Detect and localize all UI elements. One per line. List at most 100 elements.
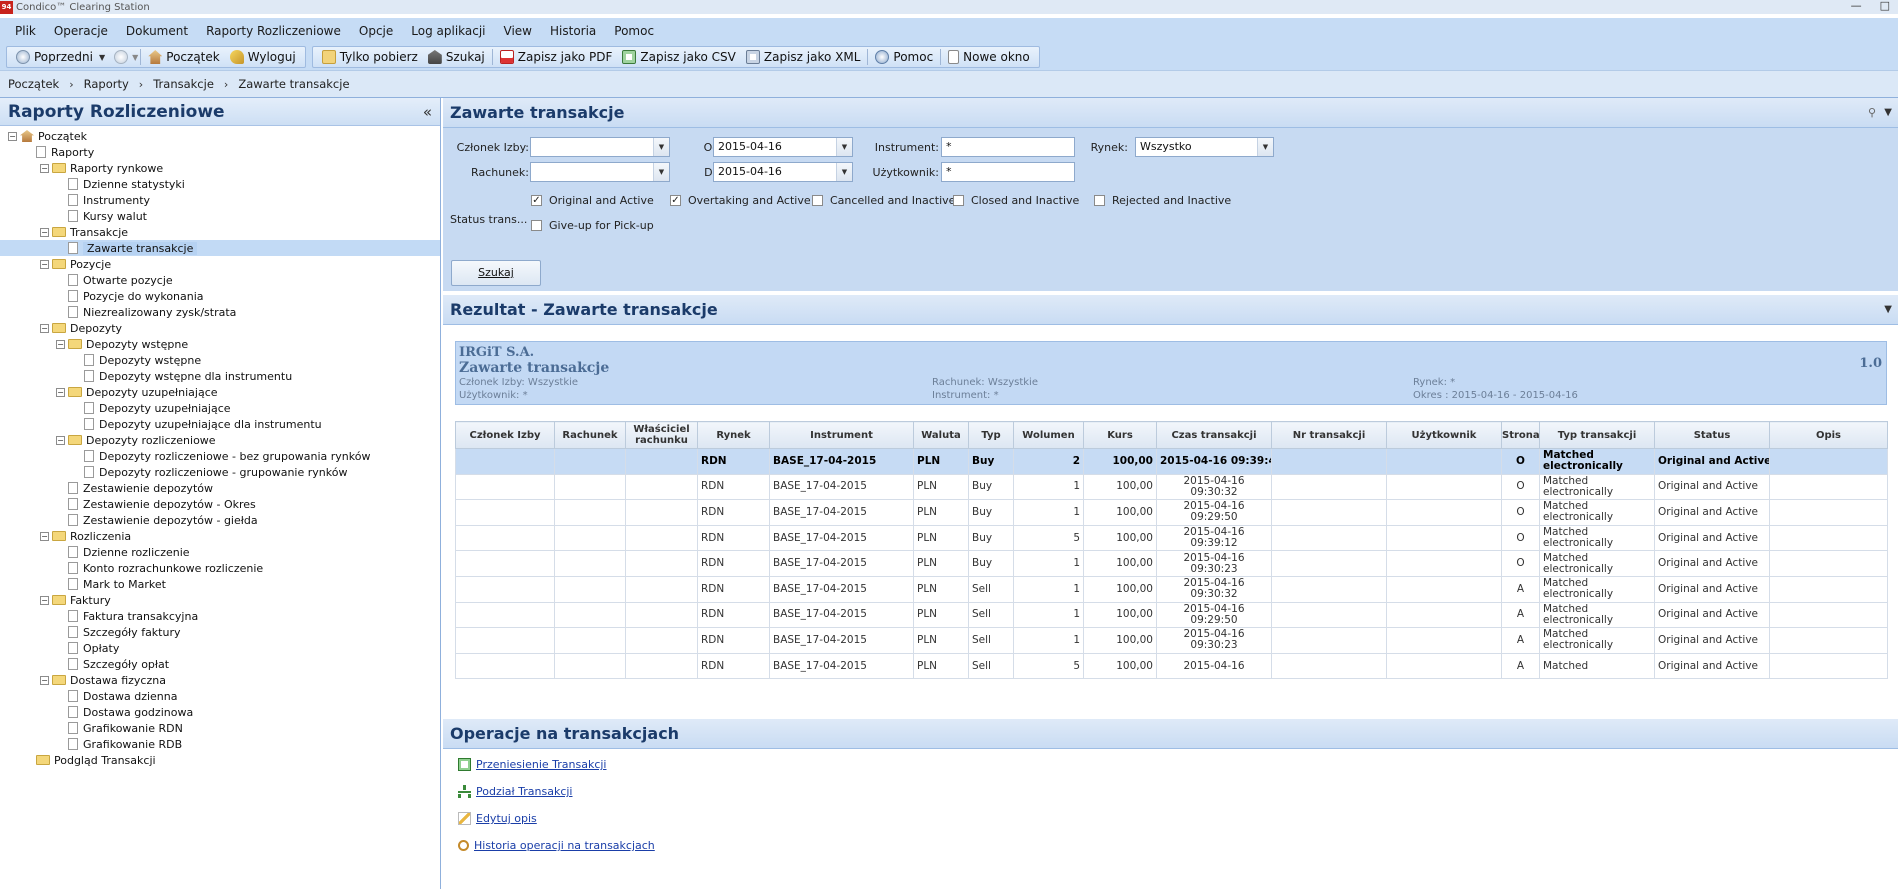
tree-node[interactable]: Zestawienie depozytów - giełda — [0, 512, 440, 528]
expander-icon[interactable]: − — [40, 323, 49, 333]
from-date-picker[interactable]: 2015-04-16 ▼ — [713, 137, 853, 157]
expander-icon[interactable]: − — [40, 675, 49, 685]
table-row[interactable]: RDN BASE_17-04-2015 PLN Buy 2 100,00 2015-04-1… — [455, 448, 1888, 475]
op-history-link[interactable]: Historia operacji na transakcjach — [474, 839, 655, 852]
tree-node[interactable]: − Raporty rynkowe — [0, 160, 440, 176]
save-csv-button[interactable]: Zapisz jako CSV — [617, 47, 740, 67]
tree-node[interactable]: − Transakcje — [0, 224, 440, 240]
chevron-down-icon[interactable]: ▼ — [132, 53, 138, 62]
expander-icon[interactable]: − — [56, 339, 65, 349]
column-header[interactable]: Instrument — [769, 421, 914, 449]
table-row[interactable]: RDN BASE_17-04-2015 PLN Sell 1 100,00 2015-04-… — [455, 601, 1888, 629]
tree-node[interactable]: Niezrealizowany zysk/strata — [0, 304, 440, 320]
tree-node[interactable]: Kursy walut — [0, 208, 440, 224]
table-row[interactable]: RDN BASE_17-04-2015 PLN Sell 5 100,00 2015-04-… — [455, 652, 1888, 680]
member-combo[interactable]: ▼ — [530, 137, 670, 157]
tree-node[interactable]: − Depozyty rozliczeniowe — [0, 432, 440, 448]
menu-historia[interactable]: Historia — [541, 24, 605, 38]
status-cancelled-inactive-checkbox[interactable]: Cancelled and Inactive — [812, 194, 955, 207]
menu-view[interactable]: View — [495, 24, 541, 38]
column-header[interactable]: Właściciel rachunku — [625, 421, 698, 449]
status-closed-inactive-checkbox[interactable]: Closed and Inactive — [953, 194, 1079, 207]
tree-node[interactable]: Depozyty uzupełniające — [0, 400, 440, 416]
tree-node[interactable]: Mark to Market — [0, 576, 440, 592]
breadcrumb-item-raporty[interactable]: Raporty — [84, 77, 129, 91]
user-input[interactable]: * — [941, 162, 1075, 182]
menu-dokument[interactable]: Dokument — [117, 24, 197, 38]
op-transfer[interactable]: Przeniesienie Transakcji — [458, 758, 607, 771]
column-header[interactable]: Strona — [1501, 421, 1540, 449]
tree-node[interactable]: − Dostawa fizyczna — [0, 672, 440, 688]
back-button[interactable]: Poprzedni ▼ — [11, 47, 110, 67]
status-give-up-checkbox[interactable]: Give-up for Pick-up — [531, 219, 654, 232]
instrument-input[interactable]: * — [941, 137, 1075, 157]
tree-node[interactable]: − Depozyty wstępne — [0, 336, 440, 352]
tree-node[interactable]: Pozycje do wykonania — [0, 288, 440, 304]
logout-button[interactable]: Wyloguj — [225, 47, 301, 67]
tree-node[interactable]: − Faktury — [0, 592, 440, 608]
tree-node[interactable]: Depozyty rozliczeniowe - grupowanie rynk… — [0, 464, 440, 480]
fetch-only-button[interactable]: Tylko pobierz — [317, 47, 423, 67]
tree-node[interactable]: Opłaty — [0, 640, 440, 656]
table-row[interactable]: RDN BASE_17-04-2015 PLN Buy 1 100,00 2015-04-1… — [455, 550, 1888, 577]
menu-log-aplikacji[interactable]: Log aplikacji — [402, 24, 494, 38]
tree-node[interactable]: − Depozyty — [0, 320, 440, 336]
column-header[interactable]: Kurs — [1083, 421, 1157, 449]
account-combo[interactable]: ▼ — [530, 162, 670, 182]
expander-icon[interactable]: − — [40, 163, 49, 173]
table-row[interactable]: RDN BASE_17-04-2015 PLN Buy 1 100,00 2015-04-1… — [455, 499, 1888, 526]
op-split[interactable]: Podział Transakcji — [458, 785, 573, 798]
to-date-picker[interactable]: 2015-04-16 ▼ — [713, 162, 853, 182]
menu-plik[interactable]: Plik — [6, 24, 45, 38]
expander-icon[interactable]: − — [40, 595, 49, 605]
op-history[interactable]: Historia operacji na transakcjach — [458, 839, 655, 852]
expander-icon[interactable]: − — [40, 531, 49, 541]
column-header[interactable]: Użytkownik — [1386, 421, 1502, 449]
expander-icon[interactable]: − — [40, 259, 49, 269]
status-rejected-inactive-checkbox[interactable]: Rejected and Inactive — [1094, 194, 1231, 207]
column-header[interactable]: Wolumen — [1013, 421, 1084, 449]
home-button[interactable]: Początek — [143, 47, 224, 67]
status-overtaking-active-checkbox[interactable]: ✓ Overtaking and Active — [670, 194, 811, 207]
tree-node[interactable]: Szczegóły opłat — [0, 656, 440, 672]
tree-node[interactable]: − Depozyty uzupełniające — [0, 384, 440, 400]
save-xml-button[interactable]: Zapisz jako XML — [741, 47, 866, 67]
tree-node[interactable]: Dzienne statystyki — [0, 176, 440, 192]
help-button[interactable]: Pomoc — [870, 47, 938, 67]
menu-raporty-rozliczeniowe[interactable]: Raporty Rozliczeniowe — [197, 24, 350, 38]
expander-icon[interactable]: − — [56, 435, 65, 445]
expander-icon[interactable]: − — [40, 227, 49, 237]
expander-icon[interactable]: − — [56, 387, 65, 397]
table-row[interactable]: RDN BASE_17-04-2015 PLN Buy 5 100,00 2015-04-1… — [455, 524, 1888, 552]
column-header[interactable]: Rynek — [697, 421, 770, 449]
tree-node[interactable]: Raporty — [0, 144, 440, 160]
column-header[interactable]: Status — [1654, 421, 1770, 449]
tree-node[interactable]: Depozyty wstępne dla instrumentu — [0, 368, 440, 384]
collapse-panel-button[interactable]: « — [423, 103, 432, 121]
tree-node[interactable]: Szczegóły faktury — [0, 624, 440, 640]
column-header[interactable]: Typ transakcji — [1539, 421, 1655, 449]
status-original-active-checkbox[interactable]: ✓ Original and Active — [531, 194, 654, 207]
tree-node[interactable]: Konto rozrachunkowe rozliczenie — [0, 560, 440, 576]
maximize-button[interactable]: □ — [1880, 0, 1890, 12]
tree-node[interactable]: Podgląd Transakcji — [0, 752, 440, 768]
tree-node[interactable]: − Rozliczenia — [0, 528, 440, 544]
tree-node[interactable]: Depozyty rozliczeniowe - bez grupowania … — [0, 448, 440, 464]
chevron-down-icon[interactable]: ▼ — [1884, 304, 1892, 315]
tree-node[interactable]: Dzienne rozliczenie — [0, 544, 440, 560]
expander-icon[interactable]: − — [8, 131, 17, 141]
tree-node[interactable]: Zestawienie depozytów - Okres — [0, 496, 440, 512]
column-header[interactable]: Członek Izby — [455, 421, 555, 449]
column-header[interactable]: Waluta — [913, 421, 969, 449]
tree-node[interactable]: − Początek — [0, 128, 440, 144]
column-header[interactable]: Nr transakcji — [1271, 421, 1387, 449]
table-row[interactable]: RDN BASE_17-04-2015 PLN Buy 1 100,00 2015-04-1… — [455, 473, 1888, 501]
op-edit-desc[interactable]: Edytuj opis — [458, 812, 537, 825]
tree-node[interactable]: − Pozycje — [0, 256, 440, 272]
op-transfer-link[interactable]: Przeniesienie Transakcji — [476, 758, 607, 771]
tree-node[interactable]: Grafikowanie RDN — [0, 720, 440, 736]
menu-pomoc[interactable]: Pomoc — [605, 24, 663, 38]
forward-icon[interactable] — [114, 50, 129, 64]
tree-node[interactable]: Zawarte transakcje — [0, 240, 440, 256]
minimize-button[interactable]: — — [1851, 0, 1862, 12]
